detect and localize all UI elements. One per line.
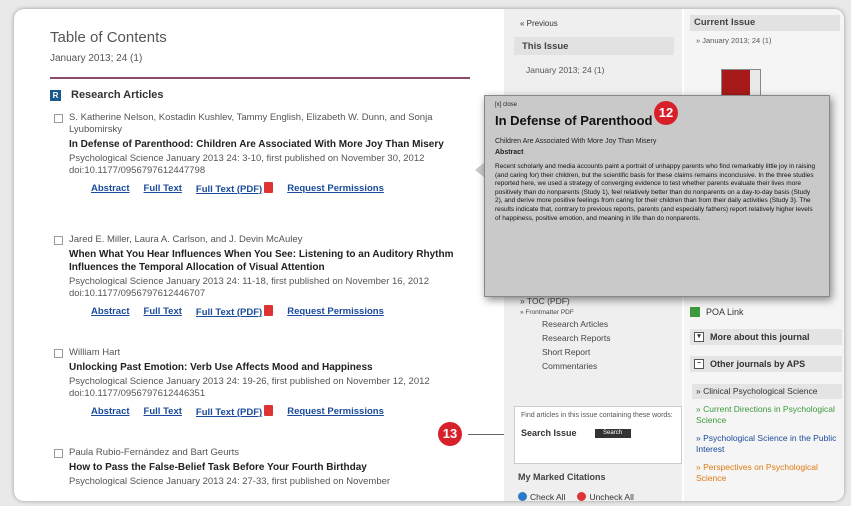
search-hint: Find articles in this issue containing t… [521,412,673,419]
request-permissions-link[interactable]: Request Permissions [287,306,384,317]
poa-label: POA Link [706,307,744,317]
search-button[interactable]: Search [594,428,631,438]
current-issue-heading: Current Issue [690,15,840,31]
current-issue-link[interactable]: » January 2013; 24 (1) [696,36,771,45]
check-all-button[interactable]: Check All [518,492,565,501]
article-citation: Psychological Science January 2013 24: 1… [69,376,430,399]
article-checkbox[interactable] [54,349,63,358]
sub-link[interactable]: Short Report [542,347,611,358]
check-all-label: Check All [530,492,566,501]
article-item: Paula Rubio-Fernández and Bart Geurts Ho… [54,447,474,488]
frontmatter-link[interactable]: » Frontmatter PDF [520,309,611,316]
article-checkbox[interactable] [54,114,63,123]
pdf-icon [264,405,274,416]
article-links: Abstract Full Text Full Text (PDF) Reque… [91,182,474,195]
this-issue-heading: This Issue [514,37,674,55]
other-journals[interactable]: − Other journals by APS [690,356,842,372]
more-about-label: More about this journal [710,332,810,342]
this-issue-value: January 2013; 24 (1) [526,65,605,75]
journal-link[interactable]: » Psychological Science in the Public In… [692,431,842,457]
search-issue-input[interactable]: Search Issue [521,428,577,438]
collapse-icon[interactable]: R [50,89,61,101]
issue-label: January 2013; 24 (1) [50,53,143,64]
journal-link[interactable]: » Perspectives on Psychological Science [692,460,842,486]
article-links: Abstract Full Text Full Text (PDF) Reque… [91,405,474,418]
article-citation: Psychological Science January 2013 24: 2… [69,476,391,487]
abstract-link[interactable]: Abstract [91,406,130,417]
pdf-icon [264,305,274,316]
article-checkbox[interactable] [54,236,63,245]
article-item: William Hart Unlocking Past Emotion: Ver… [54,347,474,418]
article-citation: Psychological Science January 2013 24: 3… [69,153,425,176]
collapse-icon: − [694,359,704,369]
full-text-link[interactable]: Full Text [144,306,182,317]
marked-citations-heading: My Marked Citations [518,472,606,482]
sub-link[interactable]: Research Articles [542,319,611,330]
section-label: Research Articles [71,89,164,101]
article-title[interactable]: When What You Hear Influences When You S… [69,248,474,274]
callout-marker-13: 13 [438,422,462,446]
popup-abstract-heading: Abstract [495,149,524,156]
page-title: Table of Contents [50,29,167,46]
abstract-link[interactable]: Abstract [91,183,130,194]
request-permissions-link[interactable]: Request Permissions [287,183,384,194]
article-authors: Jared E. Miller, Laura A. Carlson, and J… [69,234,303,245]
pdf-icon [264,182,274,193]
expand-icon: ▾ [694,332,704,342]
marked-actions: Check All Uncheck All [518,492,634,501]
journal-link[interactable]: » Clinical Psychological Science [692,384,842,399]
uncheck-all-button[interactable]: Uncheck All [577,492,634,501]
check-icon [518,492,527,501]
section-heading: R Research Articles [50,89,164,101]
journal-list: » Clinical Psychological Science » Curre… [692,384,842,489]
poa-link[interactable]: POA Link [690,307,842,317]
search-issue-box: Find articles in this issue containing t… [514,406,682,464]
more-about-journal[interactable]: ▾ More about this journal [690,329,842,345]
other-journals-label: Other journals by APS [710,359,806,369]
sub-link[interactable]: Research Reports [542,333,611,344]
issue-links: » TOC (PDF) » Frontmatter PDF Research A… [520,296,611,375]
article-citation: Psychological Science January 2013 24: 1… [69,276,429,299]
abstract-link[interactable]: Abstract [91,306,130,317]
poa-icon [690,307,700,317]
abstract-popup: [x] close In Defense of Parenthood Child… [484,95,830,297]
callout-marker-12: 12 [654,101,678,125]
uncheck-icon [577,492,587,501]
full-text-link[interactable]: Full Text [144,183,182,194]
article-title[interactable]: Unlocking Past Emotion: Verb Use Affects… [69,361,474,374]
uncheck-all-label: Uncheck All [589,492,634,501]
callout-line [468,434,504,435]
article-authors: William Hart [69,347,121,358]
popup-abstract-text: Recent scholarly and media accounts pain… [495,163,816,222]
toc-pdf-link[interactable]: » TOC (PDF) [520,296,611,306]
article-authors: Paula Rubio-Fernández and Bart Geurts [69,447,240,458]
screenshot-frame: Table of Contents January 2013; 24 (1) R… [14,9,844,501]
divider [50,77,470,79]
article-title[interactable]: How to Pass the False-Belief Task Before… [69,461,474,474]
full-text-pdf-link[interactable]: Full Text (PDF) [196,407,262,418]
article-authors: S. Katherine Nelson, Kostadin Kushlev, T… [69,112,433,135]
request-permissions-link[interactable]: Request Permissions [287,406,384,417]
full-text-pdf-link[interactable]: Full Text (PDF) [196,307,262,318]
journal-link[interactable]: » Current Directions in Psychological Sc… [692,402,842,428]
full-text-pdf-link[interactable]: Full Text (PDF) [196,184,262,195]
article-checkbox[interactable] [54,449,63,458]
article-item: Jared E. Miller, Laura A. Carlson, and J… [54,234,474,318]
article-item: S. Katherine Nelson, Kostadin Kushlev, T… [54,112,474,195]
article-title[interactable]: In Defense of Parenthood: Children Are A… [69,138,474,151]
full-text-link[interactable]: Full Text [144,406,182,417]
previous-link[interactable]: « Previous [520,19,558,28]
sub-link[interactable]: Commentaries [542,361,611,372]
article-links: Abstract Full Text Full Text (PDF) Reque… [91,305,474,318]
popup-subtitle: Children Are Associated With More Joy Th… [495,138,657,145]
